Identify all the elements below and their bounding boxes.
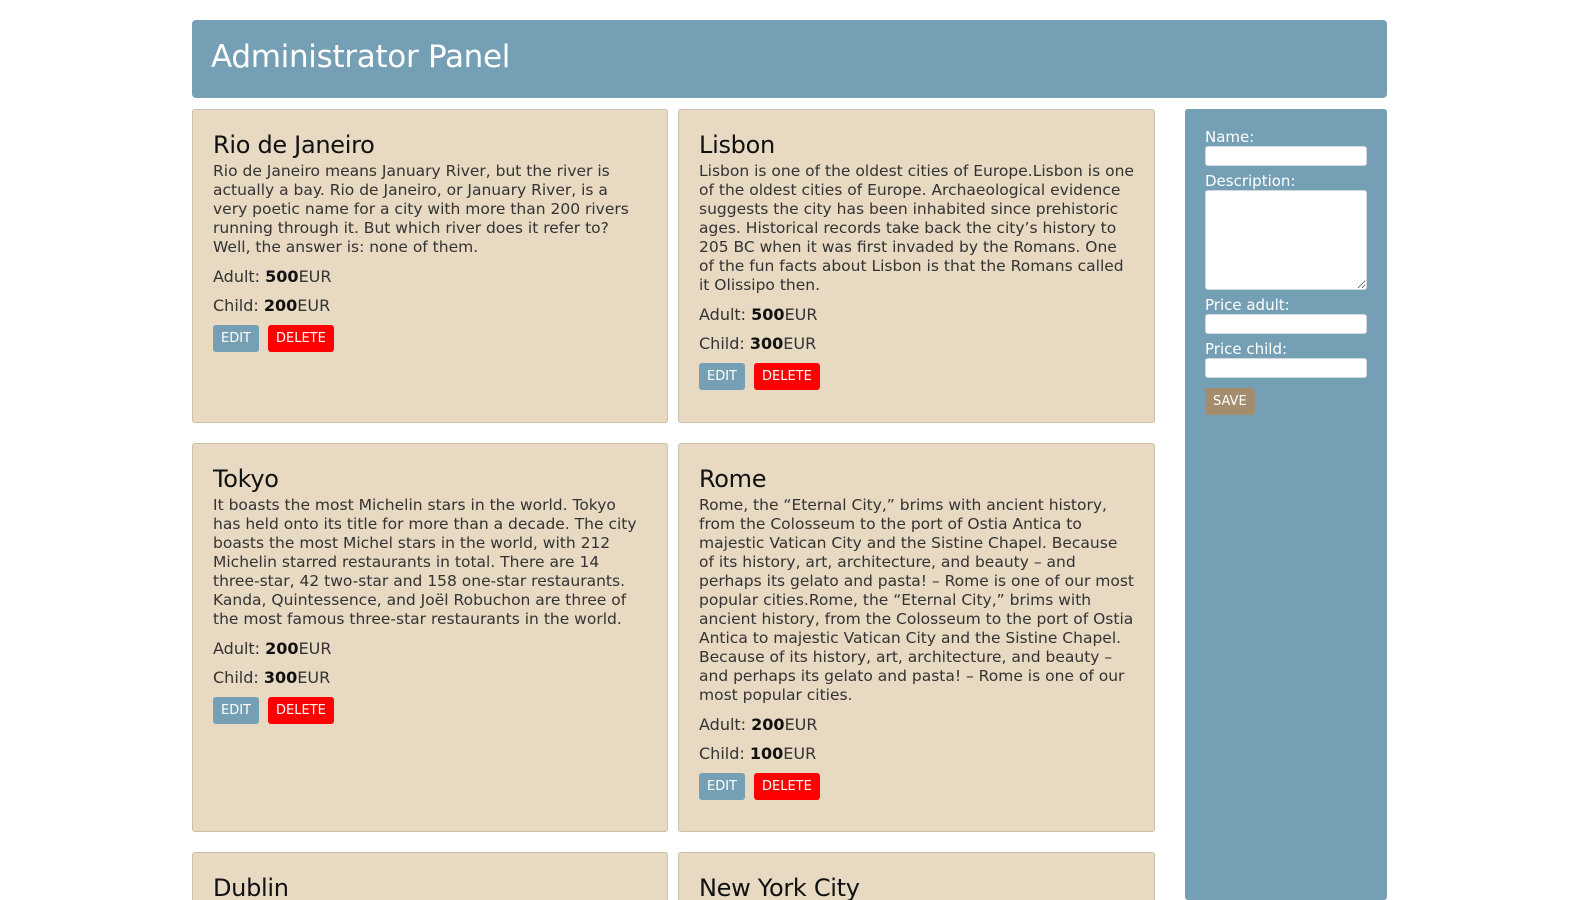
- currency: EUR: [297, 296, 331, 315]
- adult-price: Adult: 500EUR: [699, 305, 1134, 324]
- description-textarea[interactable]: [1205, 190, 1367, 290]
- price-child-label: Price child:: [1205, 340, 1288, 358]
- price-adult-input[interactable]: [1205, 314, 1367, 334]
- edit-button[interactable]: EDIT: [699, 363, 745, 390]
- edit-button[interactable]: EDIT: [213, 325, 259, 352]
- adult-price-value: 500: [751, 305, 785, 324]
- adult-price: Adult: 200EUR: [699, 715, 1134, 734]
- child-price: Child: 300EUR: [699, 334, 1134, 353]
- city-name: Rome: [699, 465, 767, 493]
- child-price-value: 300: [749, 334, 784, 353]
- currency: EUR: [297, 668, 331, 687]
- edit-button[interactable]: EDIT: [213, 697, 259, 724]
- city-card-tokyo: Tokyo It boasts the most Michelin stars …: [192, 443, 668, 832]
- currency: EUR: [784, 305, 818, 324]
- delete-button[interactable]: DELETE: [754, 773, 820, 800]
- adult-price-label: Adult:: [213, 639, 266, 658]
- city-name: Dublin: [213, 874, 289, 900]
- page-header: Administrator Panel: [192, 20, 1387, 98]
- adult-price-label: Adult:: [699, 715, 752, 734]
- city-description: Rio de Janeiro means January River, but …: [213, 162, 629, 256]
- city-description: Rome, the “Eternal City,” brims with anc…: [699, 496, 1134, 704]
- adult-price-label: Adult:: [213, 267, 266, 286]
- adult-price: Adult: 200EUR: [213, 639, 647, 658]
- city-card-rio-de-janeiro: Rio de Janeiro Rio de Janeiro means Janu…: [192, 109, 668, 423]
- child-price-label: Child:: [213, 668, 264, 687]
- child-price: Child: 300EUR: [213, 668, 647, 687]
- city-description: It boasts the most Michelin stars in the…: [213, 496, 637, 628]
- currency: EUR: [298, 639, 332, 658]
- city-name: Rio de Janeiro: [213, 131, 375, 159]
- city-card-dublin: Dublin: [192, 852, 668, 900]
- child-price-label: Child:: [213, 296, 264, 315]
- card-actions: EDIT DELETE: [213, 697, 647, 724]
- price-adult-label: Price adult:: [1205, 296, 1290, 314]
- adult-price-value: 200: [265, 639, 299, 658]
- child-price-label: Child:: [699, 744, 750, 763]
- city-card-rome: Rome Rome, the “Eternal City,” brims wit…: [678, 443, 1155, 832]
- description-label: Description:: [1205, 172, 1296, 190]
- card-actions: EDIT DELETE: [213, 325, 647, 352]
- delete-button[interactable]: DELETE: [754, 363, 820, 390]
- page-title: Administrator Panel: [211, 39, 511, 75]
- delete-button[interactable]: DELETE: [268, 697, 334, 724]
- child-price: Child: 100EUR: [699, 744, 1134, 763]
- child-price: Child: 200EUR: [213, 296, 647, 315]
- name-input[interactable]: [1205, 146, 1367, 166]
- city-name: Lisbon: [699, 131, 775, 159]
- adult-price: Adult: 500EUR: [213, 267, 647, 286]
- city-form-panel: Name: Description: Price adult: Price ch…: [1185, 109, 1387, 900]
- name-label: Name:: [1205, 128, 1255, 146]
- currency: EUR: [783, 744, 817, 763]
- city-name: Tokyo: [213, 465, 279, 493]
- adult-price-label: Adult:: [699, 305, 752, 324]
- city-card-new-york-city: New York City: [678, 852, 1155, 900]
- city-name: New York City: [699, 874, 860, 900]
- city-card-lisbon: Lisbon Lisbon is one of the oldest citie…: [678, 109, 1155, 423]
- currency: EUR: [783, 334, 817, 353]
- child-price-value: 300: [263, 668, 298, 687]
- currency: EUR: [784, 715, 818, 734]
- child-price-label: Child:: [699, 334, 750, 353]
- delete-button[interactable]: DELETE: [268, 325, 334, 352]
- child-price-value: 100: [749, 744, 784, 763]
- edit-button[interactable]: EDIT: [699, 773, 745, 800]
- adult-price-value: 200: [751, 715, 785, 734]
- child-price-value: 200: [263, 296, 298, 315]
- save-button[interactable]: SAVE: [1205, 388, 1255, 415]
- price-child-input[interactable]: [1205, 358, 1367, 378]
- city-description: Lisbon is one of the oldest cities of Eu…: [699, 162, 1134, 294]
- card-actions: EDIT DELETE: [699, 773, 1134, 800]
- card-actions: EDIT DELETE: [699, 363, 1134, 390]
- adult-price-value: 500: [265, 267, 299, 286]
- currency: EUR: [298, 267, 332, 286]
